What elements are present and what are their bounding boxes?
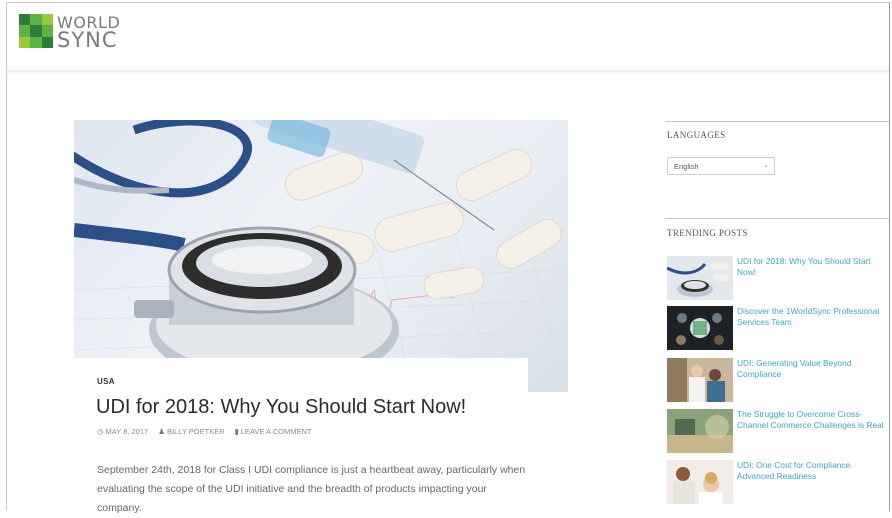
post-title-link[interactable]: UDI for 2018: Why You Should Start Now! <box>737 256 889 278</box>
trending-post[interactable]: UDI for 2018: Why You Should Start Now! <box>667 256 889 300</box>
languages-divider <box>665 121 889 122</box>
leave-comment-link[interactable]: ▮ LEAVE A COMMENT <box>235 427 312 436</box>
post-title-link[interactable]: UDI: One Cost for Compliance. Advanced R… <box>737 460 889 482</box>
leave-comment-text: LEAVE A COMMENT <box>240 427 312 436</box>
post-thumbnail[interactable] <box>667 256 733 300</box>
trending-post[interactable]: The Struggle to Overcome Cross-Channel C… <box>667 409 889 453</box>
article-date-text: MAY 8, 2017 <box>105 427 149 436</box>
post-thumbnail[interactable] <box>667 460 733 504</box>
post-title-link[interactable]: The Struggle to Overcome Cross-Channel C… <box>737 409 889 431</box>
logo-line-2: SYNC <box>57 28 118 52</box>
logo-wordmark: WORLD SYNC <box>57 14 120 52</box>
user-icon: ♟ <box>158 427 165 436</box>
comment-icon: ▮ <box>234 427 239 436</box>
article-excerpt: September 24th, 2018 for Class I UDI com… <box>97 464 526 514</box>
site-logo[interactable]: WORLD SYNC <box>19 14 120 52</box>
trending-divider <box>665 218 889 219</box>
site-header: WORLD SYNC <box>7 3 889 71</box>
language-select[interactable]: English ⌄ <box>667 157 775 175</box>
trending-post[interactable]: Discover the 1WorldSync Professional Ser… <box>667 306 889 350</box>
clock-icon: ◷ <box>97 427 104 436</box>
article-title[interactable]: UDI for 2018: Why You Should Start Now! <box>96 396 466 419</box>
stethoscope-illustration <box>74 120 568 392</box>
post-title-link[interactable]: UDI: Generating Value Beyond Compliance <box>737 358 889 380</box>
featured-image[interactable] <box>74 120 568 392</box>
languages-heading: LANGUAGES <box>667 130 726 140</box>
article-date[interactable]: ◷ MAY 8, 2017 <box>97 427 148 436</box>
logo-mark-icon <box>19 14 53 48</box>
header-divider <box>7 70 889 75</box>
trending-post[interactable]: UDI: One Cost for Compliance. Advanced R… <box>667 460 889 504</box>
post-thumbnail[interactable] <box>667 409 733 453</box>
article-category[interactable]: USA <box>97 377 115 386</box>
article-author[interactable]: ♟ BILLY POETKER <box>158 427 224 436</box>
chevron-down-icon: ⌄ <box>763 162 769 169</box>
trending-post[interactable]: UDI: Generating Value Beyond Compliance <box>667 358 889 402</box>
post-thumbnail[interactable] <box>667 306 733 350</box>
article-author-text: BILLY POETKER <box>166 427 225 436</box>
article-meta: ◷ MAY 8, 2017 ♟ BILLY POETKER ▮ LEAVE A COM… <box>97 427 311 436</box>
trending-heading: TRENDING POSTS <box>667 228 748 238</box>
post-thumbnail[interactable] <box>667 358 733 402</box>
post-title-link[interactable]: Discover the 1WorldSync Professional Ser… <box>737 306 889 328</box>
language-selected-value: English <box>674 162 699 171</box>
